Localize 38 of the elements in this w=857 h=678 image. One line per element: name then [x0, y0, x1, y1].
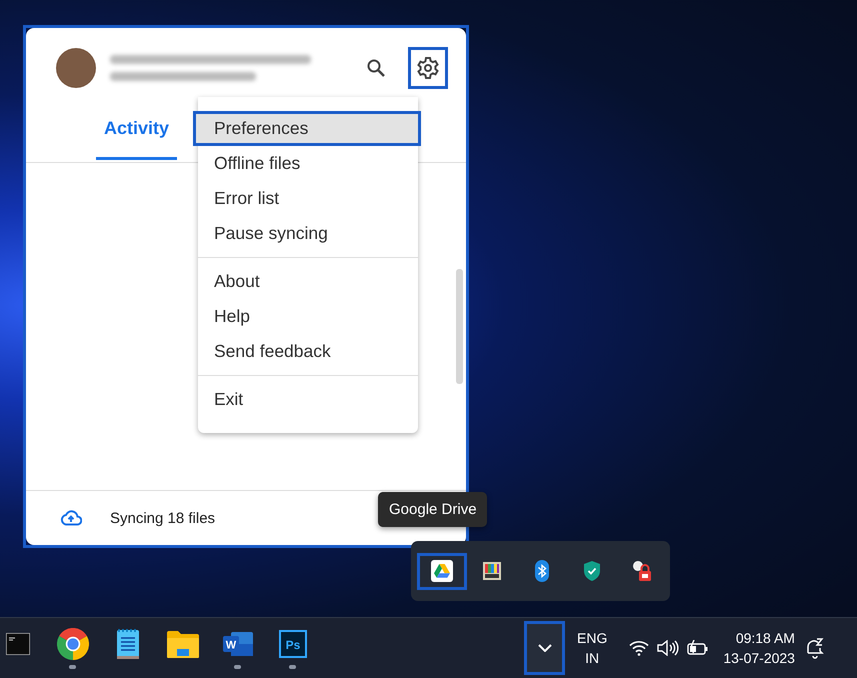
tab[interactable]: Activity	[96, 118, 178, 160]
bluetooth-icon	[535, 560, 549, 582]
tray-icon-button[interactable]	[417, 552, 467, 590]
tooltip: Google Drive	[378, 492, 487, 527]
language-indicator[interactable]: ENG IN	[577, 628, 608, 668]
terminal-icon	[6, 632, 30, 654]
cloud-upload-icon	[60, 510, 82, 526]
menu-item[interactable]: Offline files	[193, 146, 421, 181]
shield-check-icon	[584, 561, 600, 581]
menu-item[interactable]: Help	[193, 299, 421, 334]
taskbar-app-button[interactable]: W	[210, 620, 265, 676]
wifi-icon[interactable]	[629, 640, 650, 656]
padlock-key-icon	[632, 560, 652, 582]
chevron-down-icon	[538, 644, 552, 652]
menu-item[interactable]: Exit	[193, 382, 421, 417]
settings-icon	[416, 56, 440, 80]
scrollbar[interactable]	[456, 269, 463, 384]
chrome-logo-icon	[56, 628, 88, 660]
menu-item[interactable]: Pause syncing	[193, 216, 421, 251]
search-icon[interactable]	[366, 58, 386, 78]
monitor-color-bars-icon	[483, 562, 501, 580]
menu-item[interactable]: Error list	[193, 181, 421, 216]
app-label: W	[225, 639, 236, 651]
volume-icon[interactable]	[657, 640, 680, 656]
menu-item[interactable]: Send feedback	[193, 334, 421, 369]
notepad-icon	[116, 628, 140, 660]
notification-bell-icon[interactable]	[804, 637, 825, 659]
avatar[interactable]	[56, 48, 96, 88]
app-label: Ps	[285, 638, 300, 652]
menu-item[interactable]: Preferences	[193, 111, 421, 146]
battery-charging-icon[interactable]	[687, 640, 710, 656]
menu-item[interactable]: About	[193, 264, 421, 299]
folder-icon	[166, 630, 198, 658]
taskbar-app-button[interactable]: Ps	[265, 620, 320, 676]
status-text: Syncing 18 files	[110, 510, 216, 526]
drive-logo-icon	[434, 564, 450, 578]
clock[interactable]: 09:18 AM 13-07-2023	[723, 628, 795, 668]
settings-button[interactable]	[408, 47, 448, 89]
